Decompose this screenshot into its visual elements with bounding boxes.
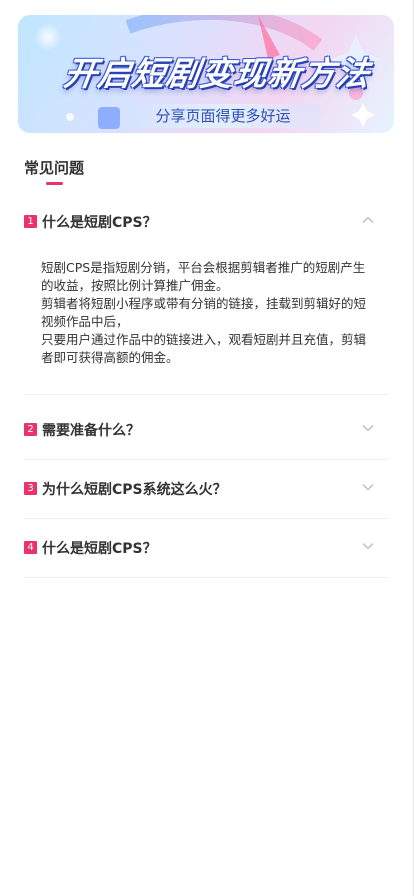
faq-question: 为什么短剧CPS系统这么火？ bbox=[42, 481, 227, 498]
banner-title: 开启短剧变现新方法 bbox=[61, 54, 373, 93]
faq-item-3: 3 为什么短剧CPS系统这么火？ bbox=[24, 459, 388, 519]
section-underline bbox=[46, 182, 63, 185]
faq-question-row[interactable]: 3 为什么短剧CPS系统这么火？ bbox=[24, 459, 388, 518]
faq-question: 什么是短剧CPS？ bbox=[42, 540, 157, 557]
section-title: 常见问题 bbox=[24, 159, 85, 177]
banner-subtitle: 分享页面得更多好运 bbox=[126, 104, 320, 128]
faq-question-row[interactable]: 4 什么是短剧CPS？ bbox=[24, 518, 388, 577]
chevron-down-icon[interactable] bbox=[362, 540, 374, 552]
faq-question: 什么是短剧CPS？ bbox=[42, 214, 157, 231]
faq-question: 需要准备什么？ bbox=[42, 422, 140, 439]
faq-page: 开启短剧变现新方法 分享页面得更多好运 常见问题 1 什么是短剧CPS？ 短剧C… bbox=[0, 0, 414, 896]
faq-item-2: 2 需要准备什么？ bbox=[24, 400, 388, 460]
faq-number-badge: 2 bbox=[24, 423, 37, 436]
chevron-down-icon[interactable] bbox=[362, 422, 374, 434]
chevron-up-icon[interactable] bbox=[362, 214, 374, 226]
faq-item-1: 1 什么是短剧CPS？ 短剧CPS是指短剧分销，平台会根据剪辑者推广的短剧产生的… bbox=[24, 192, 388, 395]
promo-banner[interactable]: 开启短剧变现新方法 分享页面得更多好运 bbox=[18, 15, 394, 133]
faq-question-row[interactable]: 1 什么是短剧CPS？ bbox=[24, 192, 388, 251]
faq-item-4: 4 什么是短剧CPS？ bbox=[24, 518, 388, 578]
faq-answer: 短剧CPS是指短剧分销，平台会根据剪辑者推广的短剧产生的收益，按照比例计算推广佣… bbox=[41, 260, 367, 365]
faq-number-badge: 4 bbox=[24, 541, 37, 554]
faq-number-badge: 3 bbox=[24, 482, 37, 495]
faq-number-badge: 1 bbox=[24, 215, 37, 228]
chevron-down-icon[interactable] bbox=[362, 481, 374, 493]
faq-question-row[interactable]: 2 需要准备什么？ bbox=[24, 400, 388, 459]
